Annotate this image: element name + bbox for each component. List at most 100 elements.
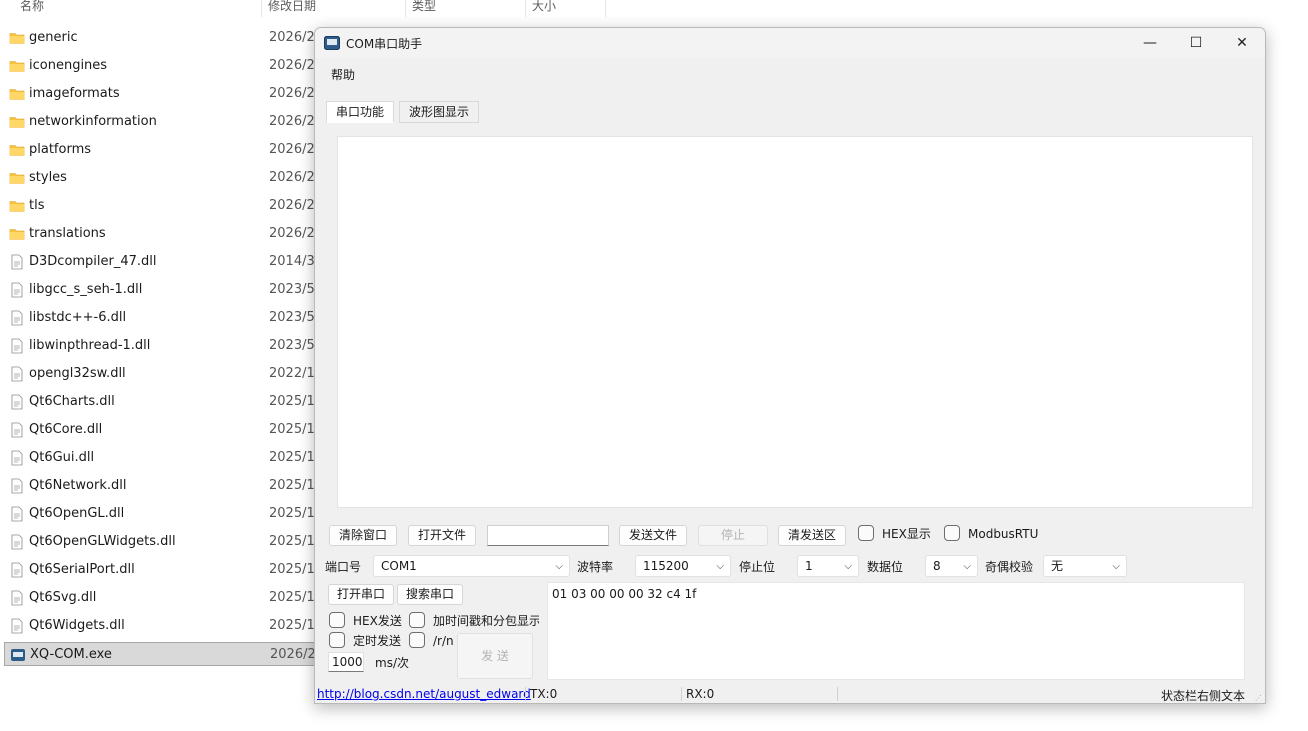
checkbox-box[interactable]	[409, 612, 425, 628]
file-row[interactable]: generic 2026/2/	[4, 26, 324, 50]
tab-serial-function[interactable]: 串口功能	[326, 101, 395, 123]
file-row[interactable]: platforms 2026/2/	[4, 138, 324, 162]
file-row[interactable]: Qt6Network.dll 2025/11	[4, 474, 324, 498]
file-date: 2014/3/	[269, 254, 320, 269]
file-name: libwinpthread-1.dll	[29, 338, 151, 353]
menu-help[interactable]: 帮助	[331, 66, 355, 83]
checkbox-box[interactable]	[409, 632, 425, 648]
chevron-down-icon: ⌵	[716, 561, 724, 572]
file-row[interactable]: networkinformation 2026/2/	[4, 110, 324, 134]
status-right-text: 状态栏右侧文本	[1161, 689, 1246, 703]
checkbox-box[interactable]	[329, 632, 345, 648]
file-row[interactable]: translations 2026/2/	[4, 222, 324, 246]
file-row[interactable]: Qt6Charts.dll 2025/11	[4, 390, 324, 414]
checkbox-box[interactable]	[329, 612, 345, 628]
file-row[interactable]: Qt6SerialPort.dll 2025/11	[4, 558, 324, 582]
file-icon	[11, 506, 23, 522]
data-bits-label: 数据位	[867, 560, 904, 574]
file-row[interactable]: libgcc_s_seh-1.dll 2023/5/	[4, 278, 324, 302]
resize-grip-icon[interactable]: ⋰	[1255, 694, 1263, 702]
file-name: libstdc++-6.dll	[29, 310, 127, 325]
modbus-rtu-label: ModbusRTU	[968, 527, 1039, 541]
file-name: imageformats	[29, 86, 120, 101]
data-bits-value: 8	[933, 559, 941, 573]
crlf-label: /r/n	[433, 634, 454, 648]
file-row[interactable]: Qt6OpenGLWidgets.dll 2025/11	[4, 530, 324, 554]
rx-counter: RX:0	[686, 687, 715, 701]
chevron-down-icon: ⌵	[963, 561, 971, 572]
minimize-button[interactable]: —	[1127, 28, 1173, 58]
file-row[interactable]: tls 2026/2/	[4, 194, 324, 218]
file-row[interactable]: styles 2026/2/	[4, 166, 324, 190]
baud-select[interactable]: 115200 ⌵	[635, 555, 731, 577]
column-date[interactable]: 修改日期	[262, 0, 406, 17]
file-row[interactable]: Qt6OpenGL.dll 2025/11	[4, 502, 324, 526]
open-port-button[interactable]: 打开串口	[328, 584, 394, 605]
file-row[interactable]: imageformats 2026/2/	[4, 82, 324, 106]
file-date: 2026/2/	[269, 114, 320, 129]
chevron-down-icon: ⌵	[555, 561, 563, 572]
folder-icon	[9, 145, 25, 156]
file-date: 2026/2/	[269, 86, 320, 101]
file-date: 2023/5/	[269, 338, 320, 353]
file-name: styles	[29, 170, 67, 185]
file-name: translations	[29, 226, 106, 241]
open-file-button[interactable]: 打开文件	[408, 525, 476, 546]
file-icon	[11, 422, 23, 438]
file-name: Qt6Core.dll	[29, 422, 103, 437]
column-name[interactable]: 名称	[14, 0, 262, 17]
file-path-field[interactable]	[487, 525, 609, 546]
file-date: 2026/2/	[269, 170, 320, 185]
checkbox-box[interactable]	[858, 525, 874, 541]
send-textarea[interactable]: 01 03 00 00 00 32 c4 1f	[547, 582, 1245, 680]
file-row[interactable]: XQ-COM.exe 2026/2/	[4, 642, 324, 666]
file-row[interactable]: Qt6Gui.dll 2025/11	[4, 446, 324, 470]
file-icon	[11, 394, 23, 410]
file-row[interactable]: Qt6Widgets.dll 2025/11	[4, 614, 324, 638]
file-date: 2026/2/	[269, 58, 320, 73]
column-size[interactable]: 大小	[526, 0, 606, 17]
clear-window-button[interactable]: 清除窗口	[329, 525, 397, 546]
interval-input[interactable]: 1000	[328, 652, 364, 672]
file-icon	[11, 478, 23, 494]
hex-display-label: HEX显示	[882, 527, 931, 541]
file-row[interactable]: libwinpthread-1.dll 2023/5/	[4, 334, 324, 358]
maximize-button[interactable]: ☐	[1173, 28, 1219, 58]
send-button[interactable]: 发 送	[457, 633, 533, 679]
file-row[interactable]: Qt6Core.dll 2025/11	[4, 418, 324, 442]
file-row[interactable]: Qt6Svg.dll 2025/11	[4, 586, 324, 610]
checkbox-box[interactable]	[944, 525, 960, 541]
blog-link[interactable]: http://blog.csdn.net/august_edward	[317, 687, 531, 701]
column-type[interactable]: 类型	[406, 0, 526, 17]
timestamp-checkbox[interactable]: 加时间戳和分包显示	[409, 612, 539, 630]
send-file-button[interactable]: 发送文件	[619, 525, 687, 546]
file-icon	[11, 590, 23, 606]
window-title: COM串口助手	[346, 37, 423, 51]
status-divider	[525, 687, 526, 701]
stop-bits-value: 1	[805, 559, 813, 573]
file-row[interactable]: iconengines 2026/2/	[4, 54, 324, 78]
close-button[interactable]: ✕	[1219, 28, 1265, 58]
tab-waveform-display[interactable]: 波形图显示	[399, 101, 480, 123]
file-name: Qt6Network.dll	[29, 478, 127, 493]
search-port-button[interactable]: 搜索串口	[397, 584, 463, 605]
file-row[interactable]: libstdc++-6.dll 2023/5/	[4, 306, 324, 330]
data-bits-select[interactable]: 8 ⌵	[925, 555, 978, 577]
tx-counter: TX:0	[530, 687, 558, 701]
file-name: tls	[29, 198, 45, 213]
port-select[interactable]: COM1 ⌵	[373, 555, 570, 577]
parity-value: 无	[1051, 559, 1064, 573]
folder-icon	[9, 173, 25, 184]
folder-icon	[9, 201, 25, 212]
title-bar[interactable]: COM串口助手 — ☐ ✕	[315, 28, 1265, 58]
clear-send-button[interactable]: 清发送区	[778, 525, 846, 546]
file-icon	[11, 562, 23, 578]
stop-button[interactable]: 停止	[698, 525, 768, 546]
timed-send-label: 定时发送	[353, 634, 402, 648]
file-name: Qt6Widgets.dll	[29, 618, 125, 633]
file-row[interactable]: D3Dcompiler_47.dll 2014/3/	[4, 250, 324, 274]
stop-bits-select[interactable]: 1 ⌵	[797, 555, 859, 577]
parity-select[interactable]: 无 ⌵	[1043, 555, 1127, 577]
file-row[interactable]: opengl32sw.dll 2022/11	[4, 362, 324, 386]
receive-textarea[interactable]	[337, 136, 1253, 508]
